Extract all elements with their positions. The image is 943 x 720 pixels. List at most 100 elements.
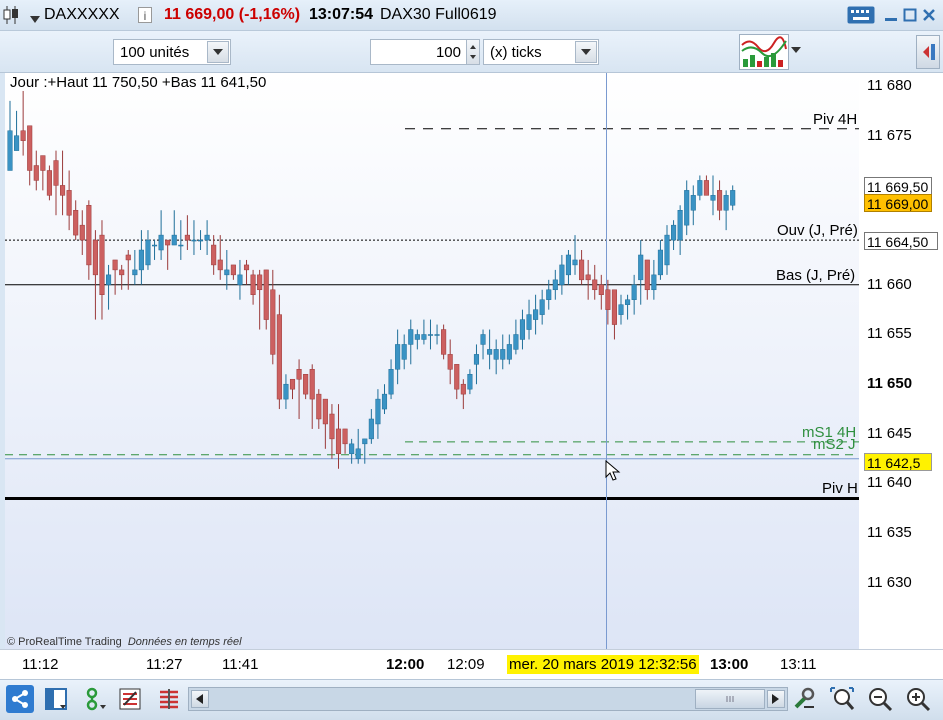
candle-body [191, 239, 197, 242]
candle-body [296, 369, 302, 380]
candlestick-icon[interactable] [2, 4, 20, 31]
candle-body [671, 224, 677, 241]
copyright-text: © ProRealTime Trading [7, 636, 122, 648]
chart-toolbar: 100 unités 100 (x) ticks [0, 31, 943, 73]
candle-body [651, 274, 657, 291]
symbol-label[interactable]: DAXXXXX [44, 6, 120, 24]
layout-icon[interactable] [42, 685, 70, 713]
candle-body [519, 319, 526, 340]
x-tick-label: 13:11 [780, 656, 817, 673]
candle-body [473, 354, 480, 365]
candle-body [303, 374, 309, 395]
chart-canvas[interactable] [5, 73, 859, 649]
candle-body [329, 413, 335, 440]
candle-body [526, 314, 532, 330]
mouse-cursor-icon [605, 459, 621, 487]
candle-body [309, 369, 315, 400]
high-price-tag: 11 669,50 [864, 177, 932, 195]
candle-body [664, 234, 670, 266]
clock: 13:07:54 [309, 6, 374, 23]
tick-type-value: (x) ticks [490, 44, 542, 61]
y-tick-label: 11 655 [867, 325, 912, 342]
candle-body [565, 254, 572, 276]
candle-body [20, 130, 26, 141]
candle-body [322, 398, 328, 425]
candle-body [539, 299, 545, 315]
drawing-tools-icon[interactable] [82, 685, 110, 713]
candle-body [60, 185, 66, 196]
candle-body [533, 309, 539, 320]
candle-body [395, 344, 401, 370]
time-axis[interactable]: 11:12 11:27 11:41 12:00 12:09 mer. 20 ma… [0, 649, 943, 679]
title-bar: DAXXXXX i 11 669,00 (-1,16%) 13:07:54 DA… [0, 0, 943, 31]
level-ouv-label: Ouv (J, Pré) [777, 222, 858, 239]
horizontal-scrollbar[interactable] [188, 687, 788, 711]
tick-type-select[interactable]: (x) ticks [483, 39, 599, 65]
y-tick-label: 11 650 [867, 375, 913, 392]
tick-count-stepper[interactable] [466, 39, 480, 65]
candle-body [513, 334, 519, 350]
y-tick-label: 11 645 [867, 425, 912, 442]
candle-body [53, 160, 59, 186]
chevron-down-icon[interactable] [207, 41, 229, 63]
info-icon[interactable]: i [138, 7, 152, 28]
chevron-down-icon[interactable] [575, 41, 597, 63]
candle-body [224, 269, 230, 276]
last-price-tag: 11 669,00 [864, 194, 932, 212]
candle-body [611, 289, 617, 325]
indicator-icon[interactable] [739, 34, 789, 70]
tools-icon[interactable] [790, 685, 818, 713]
toggle-panel-button[interactable] [916, 35, 940, 69]
close-icon[interactable] [918, 5, 940, 25]
candle-body [703, 180, 709, 196]
scroll-right-icon[interactable] [767, 690, 785, 708]
scroll-left-icon[interactable] [191, 690, 209, 708]
share-icon[interactable] [6, 685, 34, 713]
candle-body [145, 239, 151, 266]
tick-count-value: 100 [435, 44, 461, 61]
candle-body [14, 135, 20, 151]
candle-body [73, 210, 79, 236]
candle-body [243, 264, 250, 271]
candle-body [165, 239, 171, 246]
candle-body [447, 354, 453, 370]
candle-body [408, 329, 414, 345]
chevron-down-icon[interactable] [791, 47, 801, 53]
candle-body [151, 244, 158, 247]
candle-body [401, 344, 407, 360]
candle-body [355, 448, 361, 459]
price-chart[interactable]: Jour :+Haut 11 750,50 +Bas 11 641,50 Piv… [5, 73, 859, 649]
candle-body [388, 369, 394, 395]
candle-body [552, 279, 558, 291]
zoom-in-icon[interactable] [904, 685, 932, 713]
candle-body [644, 259, 650, 291]
candle-body [86, 205, 92, 266]
units-select[interactable]: 100 unités [113, 39, 231, 65]
scroll-thumb[interactable] [695, 689, 765, 709]
candle-body [316, 393, 322, 420]
candle-body [460, 383, 466, 395]
candle-body [263, 269, 269, 320]
x-tick-label: 11:12 [22, 656, 59, 673]
tick-count-input[interactable]: 100 [370, 39, 468, 65]
zoom-out-icon[interactable] [866, 685, 894, 713]
day-range-text: Jour :+Haut 11 750,50 +Bas 11 641,50 [10, 74, 267, 91]
candle-body [237, 274, 243, 286]
candle-body [211, 244, 217, 266]
candle-body [723, 195, 729, 211]
zoom-fit-icon[interactable] [828, 685, 856, 713]
candle-body [677, 210, 683, 241]
candle-body [106, 274, 112, 286]
x-tick-label: 12:00 [386, 656, 425, 673]
candle-body [493, 349, 499, 360]
candle-body [171, 234, 177, 246]
price-axis[interactable]: 11 680 11 675 11 660 11 655 11 650 11 64… [859, 73, 943, 649]
candle-body [92, 239, 98, 276]
bars-icon[interactable] [155, 685, 183, 713]
symbol-dropdown-icon[interactable] [30, 11, 40, 29]
level-piv-h-label: Piv H [822, 480, 858, 497]
list-icon[interactable] [116, 685, 144, 713]
keyboard-icon[interactable] [846, 5, 876, 25]
candle-body [138, 249, 144, 271]
y-tick-label: 11 635 [867, 524, 912, 541]
